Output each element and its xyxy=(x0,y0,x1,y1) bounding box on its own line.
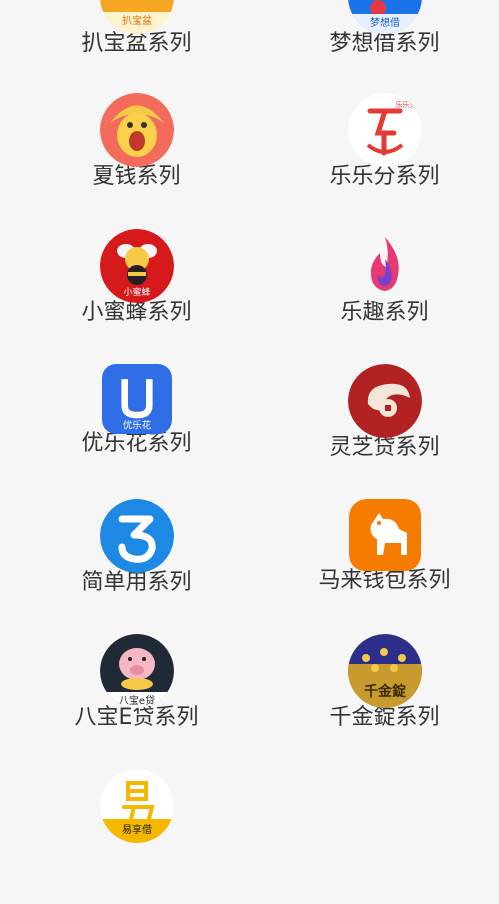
svg-text:八宝e贷: 八宝e贷 xyxy=(118,694,154,707)
youlehua-logo-icon: 优乐花 xyxy=(101,364,172,434)
svg-text:千金錠: 千金錠 xyxy=(364,683,407,700)
app-label: 马来钱包系列 xyxy=(318,568,451,593)
xiaqian-logo-icon xyxy=(99,93,174,167)
xiaomifeng-logo-icon: 小蜜蜂 xyxy=(99,229,174,303)
app-item-youlehua[interactable]: 优乐花 优乐花系列 xyxy=(12,364,261,499)
app-label: 简单用系列 xyxy=(81,570,192,595)
app-item-lequ[interactable]: 乐趣系列 xyxy=(260,229,499,364)
app-label: 夏钱系列 xyxy=(92,164,181,189)
svg-text:优乐花: 优乐花 xyxy=(122,419,151,431)
app-item-lelefen[interactable]: 乐乐分 乐乐分系列 xyxy=(260,93,499,228)
pabaopen-logo-icon: 扒宝盆 xyxy=(99,0,174,34)
lingzhidai-logo-icon xyxy=(347,364,422,438)
app-grid: 扒宝盆 扒宝盆系列 梦想借 梦想借系列 夏钱系列 乐乐分 乐乐分系列 小蜜蜂 小… xyxy=(0,0,499,843)
app-item-jiandanyong[interactable]: 简单用系列 xyxy=(12,499,261,634)
pig-logo-icon: 八宝e贷 xyxy=(99,634,174,708)
svg-text:小蜜蜂: 小蜜蜂 xyxy=(123,286,150,298)
qianjinding-logo-icon: 千金錠 xyxy=(347,634,422,708)
app-label: 扒宝盆系列 xyxy=(81,31,192,56)
app-item-yixiangjie[interactable]: 易享借 xyxy=(12,769,261,904)
app-item-qianjinding[interactable]: 千金錠 千金錠系列 xyxy=(260,634,499,769)
app-item-lingzhidai[interactable]: 灵芝贷系列 xyxy=(260,364,499,499)
svg-text:梦想借: 梦想借 xyxy=(370,16,400,29)
app-item-xiaqian[interactable]: 夏钱系列 xyxy=(12,93,261,228)
app-label: 千金錠系列 xyxy=(329,705,440,730)
jiandanyong-logo-icon xyxy=(99,499,174,573)
app-label: 乐趣系列 xyxy=(340,300,429,325)
app-label: 八宝E贷系列 xyxy=(74,705,199,730)
app-item-pabaopen[interactable]: 扒宝盆 扒宝盆系列 xyxy=(12,0,261,95)
app-label: 灵芝贷系列 xyxy=(329,435,440,460)
app-label: 优乐花系列 xyxy=(81,431,192,456)
flame-logo-icon xyxy=(347,229,422,303)
app-item-malaiqianbao[interactable]: 马来钱包系列 xyxy=(260,499,499,634)
app-item-mengxiangjie[interactable]: 梦想借 梦想借系列 xyxy=(260,0,499,95)
app-item-babaoedai[interactable]: 八宝e贷 八宝E贷系列 xyxy=(12,634,261,769)
app-label: 梦想借系列 xyxy=(329,31,440,56)
lelefen-logo-icon: 乐乐分 xyxy=(347,93,422,167)
horse-logo-icon xyxy=(348,499,421,571)
app-item-xiaomifeng[interactable]: 小蜜蜂 小蜜蜂系列 xyxy=(12,229,261,364)
svg-text:扒宝盆: 扒宝盆 xyxy=(122,14,152,27)
svg-text:易享借: 易享借 xyxy=(122,823,152,836)
app-label: 小蜜蜂系列 xyxy=(81,300,192,325)
mengxiangjie-logo-icon: 梦想借 xyxy=(347,0,422,34)
svg-text:乐乐分: 乐乐分 xyxy=(395,100,416,109)
yixiangjie-logo-icon: 易享借 xyxy=(99,769,174,843)
app-label: 乐乐分系列 xyxy=(329,164,440,189)
